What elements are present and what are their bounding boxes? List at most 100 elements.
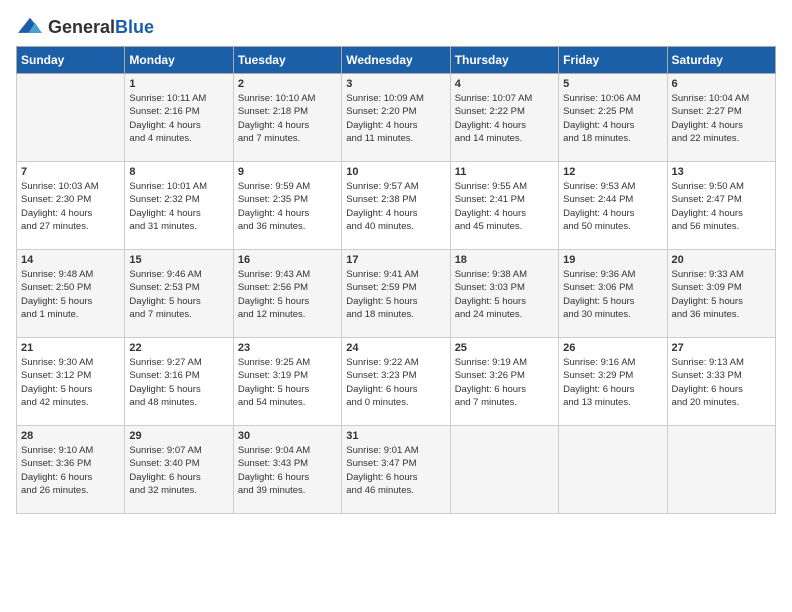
day-content: Sunrise: 9:50 AM Sunset: 2:47 PM Dayligh… bbox=[672, 180, 771, 233]
header-cell-monday: Monday bbox=[125, 47, 233, 74]
week-row-4: 21 Sunrise: 9:30 AM Sunset: 3:12 PM Dayli… bbox=[17, 338, 776, 426]
page-header: GeneralBlue bbox=[16, 16, 776, 38]
calendar-table: SundayMondayTuesdayWednesdayThursdayFrid… bbox=[16, 46, 776, 514]
calendar-cell: 11 Sunrise: 9:55 AM Sunset: 2:41 PM Dayli… bbox=[450, 162, 558, 250]
day-number: 26 bbox=[563, 342, 662, 354]
day-number: 7 bbox=[21, 166, 120, 178]
day-content: Sunrise: 9:04 AM Sunset: 3:43 PM Dayligh… bbox=[238, 444, 337, 497]
calendar-cell: 14 Sunrise: 9:48 AM Sunset: 2:50 PM Dayli… bbox=[17, 250, 125, 338]
calendar-cell: 5 Sunrise: 10:06 AM Sunset: 2:25 PM Dayli… bbox=[559, 74, 667, 162]
calendar-cell: 21 Sunrise: 9:30 AM Sunset: 3:12 PM Dayli… bbox=[17, 338, 125, 426]
day-number: 4 bbox=[455, 78, 554, 90]
logo-blue: Blue bbox=[115, 17, 154, 37]
calendar-cell: 31Sunrise: 9:01 AM Sunset: 3:47 PM Dayli… bbox=[342, 426, 450, 514]
calendar-cell: 17 Sunrise: 9:41 AM Sunset: 2:59 PM Dayli… bbox=[342, 250, 450, 338]
week-row-5: 28Sunrise: 9:10 AM Sunset: 3:36 PM Dayli… bbox=[17, 426, 776, 514]
day-number: 16 bbox=[238, 254, 337, 266]
day-number: 9 bbox=[238, 166, 337, 178]
week-row-1: 1Sunrise: 10:11 AM Sunset: 2:16 PM Dayli… bbox=[17, 74, 776, 162]
day-content: Sunrise: 10:03 AM Sunset: 2:30 PM Daylig… bbox=[21, 180, 120, 233]
calendar-cell: 3 Sunrise: 10:09 AM Sunset: 2:20 PM Dayli… bbox=[342, 74, 450, 162]
calendar-cell: 6 Sunrise: 10:04 AM Sunset: 2:27 PM Dayli… bbox=[667, 74, 775, 162]
day-content: Sunrise: 9:43 AM Sunset: 2:56 PM Dayligh… bbox=[238, 268, 337, 321]
day-content: Sunrise: 9:36 AM Sunset: 3:06 PM Dayligh… bbox=[563, 268, 662, 321]
day-number: 13 bbox=[672, 166, 771, 178]
calendar-cell bbox=[559, 426, 667, 514]
day-number: 20 bbox=[672, 254, 771, 266]
day-number: 17 bbox=[346, 254, 445, 266]
day-content: Sunrise: 9:33 AM Sunset: 3:09 PM Dayligh… bbox=[672, 268, 771, 321]
calendar-cell: 18 Sunrise: 9:38 AM Sunset: 3:03 PM Dayli… bbox=[450, 250, 558, 338]
day-number: 15 bbox=[129, 254, 228, 266]
header-cell-wednesday: Wednesday bbox=[342, 47, 450, 74]
day-number: 11 bbox=[455, 166, 554, 178]
day-content: Sunrise: 9:41 AM Sunset: 2:59 PM Dayligh… bbox=[346, 268, 445, 321]
day-number: 27 bbox=[672, 342, 771, 354]
calendar-cell: 13 Sunrise: 9:50 AM Sunset: 2:47 PM Dayli… bbox=[667, 162, 775, 250]
day-content: Sunrise: 9:27 AM Sunset: 3:16 PM Dayligh… bbox=[129, 356, 228, 409]
day-content: Sunrise: 9:07 AM Sunset: 3:40 PM Dayligh… bbox=[129, 444, 228, 497]
logo-text: GeneralBlue bbox=[48, 17, 154, 38]
calendar-cell: 28Sunrise: 9:10 AM Sunset: 3:36 PM Dayli… bbox=[17, 426, 125, 514]
day-content: Sunrise: 9:55 AM Sunset: 2:41 PM Dayligh… bbox=[455, 180, 554, 233]
day-content: Sunrise: 10:09 AM Sunset: 2:20 PM Daylig… bbox=[346, 92, 445, 145]
calendar-cell: 27 Sunrise: 9:13 AM Sunset: 3:33 PM Dayli… bbox=[667, 338, 775, 426]
week-row-2: 7 Sunrise: 10:03 AM Sunset: 2:30 PM Dayli… bbox=[17, 162, 776, 250]
calendar-cell: 2 Sunrise: 10:10 AM Sunset: 2:18 PM Dayli… bbox=[233, 74, 341, 162]
calendar-cell bbox=[450, 426, 558, 514]
day-content: Sunrise: 9:01 AM Sunset: 3:47 PM Dayligh… bbox=[346, 444, 445, 497]
day-number: 30 bbox=[238, 430, 337, 442]
day-number: 10 bbox=[346, 166, 445, 178]
calendar-header: SundayMondayTuesdayWednesdayThursdayFrid… bbox=[17, 47, 776, 74]
day-content: Sunrise: 9:22 AM Sunset: 3:23 PM Dayligh… bbox=[346, 356, 445, 409]
day-number: 5 bbox=[563, 78, 662, 90]
calendar-cell: 24Sunrise: 9:22 AM Sunset: 3:23 PM Dayli… bbox=[342, 338, 450, 426]
day-number: 14 bbox=[21, 254, 120, 266]
day-content: Sunrise: 9:30 AM Sunset: 3:12 PM Dayligh… bbox=[21, 356, 120, 409]
day-number: 8 bbox=[129, 166, 228, 178]
day-number: 2 bbox=[238, 78, 337, 90]
calendar-cell: 1Sunrise: 10:11 AM Sunset: 2:16 PM Dayli… bbox=[125, 74, 233, 162]
calendar-cell: 15 Sunrise: 9:46 AM Sunset: 2:53 PM Dayli… bbox=[125, 250, 233, 338]
day-content: Sunrise: 9:38 AM Sunset: 3:03 PM Dayligh… bbox=[455, 268, 554, 321]
day-content: Sunrise: 10:06 AM Sunset: 2:25 PM Daylig… bbox=[563, 92, 662, 145]
day-content: Sunrise: 9:10 AM Sunset: 3:36 PM Dayligh… bbox=[21, 444, 120, 497]
day-content: Sunrise: 10:10 AM Sunset: 2:18 PM Daylig… bbox=[238, 92, 337, 145]
calendar-cell: 12Sunrise: 9:53 AM Sunset: 2:44 PM Dayli… bbox=[559, 162, 667, 250]
calendar-cell: 29Sunrise: 9:07 AM Sunset: 3:40 PM Dayli… bbox=[125, 426, 233, 514]
day-number: 18 bbox=[455, 254, 554, 266]
day-number: 25 bbox=[455, 342, 554, 354]
calendar-cell: 10Sunrise: 9:57 AM Sunset: 2:38 PM Dayli… bbox=[342, 162, 450, 250]
calendar-cell: 30 Sunrise: 9:04 AM Sunset: 3:43 PM Dayli… bbox=[233, 426, 341, 514]
calendar-cell: 9Sunrise: 9:59 AM Sunset: 2:35 PM Daylig… bbox=[233, 162, 341, 250]
day-number: 1 bbox=[129, 78, 228, 90]
calendar-cell: 22 Sunrise: 9:27 AM Sunset: 3:16 PM Dayli… bbox=[125, 338, 233, 426]
calendar-cell: 25Sunrise: 9:19 AM Sunset: 3:26 PM Dayli… bbox=[450, 338, 558, 426]
day-number: 3 bbox=[346, 78, 445, 90]
header-row: SundayMondayTuesdayWednesdayThursdayFrid… bbox=[17, 47, 776, 74]
day-content: Sunrise: 10:01 AM Sunset: 2:32 PM Daylig… bbox=[129, 180, 228, 233]
day-content: Sunrise: 9:13 AM Sunset: 3:33 PM Dayligh… bbox=[672, 356, 771, 409]
logo-icon bbox=[16, 16, 44, 38]
header-cell-thursday: Thursday bbox=[450, 47, 558, 74]
week-row-3: 14 Sunrise: 9:48 AM Sunset: 2:50 PM Dayli… bbox=[17, 250, 776, 338]
header-cell-tuesday: Tuesday bbox=[233, 47, 341, 74]
calendar-cell: 20 Sunrise: 9:33 AM Sunset: 3:09 PM Dayli… bbox=[667, 250, 775, 338]
day-content: Sunrise: 10:07 AM Sunset: 2:22 PM Daylig… bbox=[455, 92, 554, 145]
calendar-cell: 4 Sunrise: 10:07 AM Sunset: 2:22 PM Dayli… bbox=[450, 74, 558, 162]
header-cell-saturday: Saturday bbox=[667, 47, 775, 74]
calendar-cell: 26Sunrise: 9:16 AM Sunset: 3:29 PM Dayli… bbox=[559, 338, 667, 426]
logo: GeneralBlue bbox=[16, 16, 154, 38]
day-content: Sunrise: 9:46 AM Sunset: 2:53 PM Dayligh… bbox=[129, 268, 228, 321]
calendar-cell bbox=[667, 426, 775, 514]
day-number: 23 bbox=[238, 342, 337, 354]
calendar-cell: 23 Sunrise: 9:25 AM Sunset: 3:19 PM Dayli… bbox=[233, 338, 341, 426]
day-content: Sunrise: 10:04 AM Sunset: 2:27 PM Daylig… bbox=[672, 92, 771, 145]
day-content: Sunrise: 9:48 AM Sunset: 2:50 PM Dayligh… bbox=[21, 268, 120, 321]
day-content: Sunrise: 9:25 AM Sunset: 3:19 PM Dayligh… bbox=[238, 356, 337, 409]
logo-general: General bbox=[48, 17, 115, 37]
day-number: 21 bbox=[21, 342, 120, 354]
day-number: 22 bbox=[129, 342, 228, 354]
day-number: 6 bbox=[672, 78, 771, 90]
calendar-cell: 7 Sunrise: 10:03 AM Sunset: 2:30 PM Dayli… bbox=[17, 162, 125, 250]
